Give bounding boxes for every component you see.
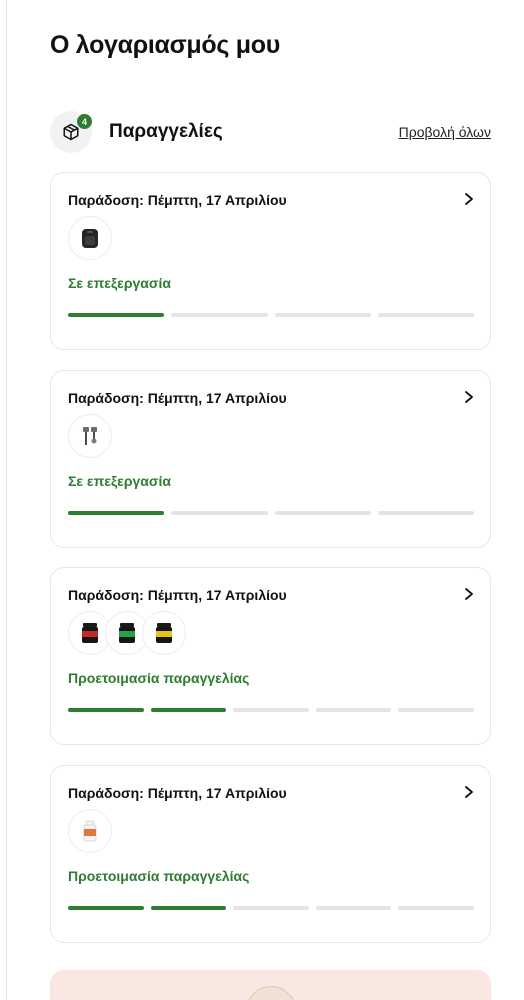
progress-step-pending xyxy=(315,906,392,910)
supplement-bottle-icon xyxy=(83,820,97,842)
order-delivery-date: Παράδοση: Πέμπτη, 17 Απριλίου xyxy=(68,192,287,208)
progress-step-pending xyxy=(274,511,371,515)
product-thumbnail xyxy=(68,809,112,853)
progress-step-complete xyxy=(68,906,144,910)
order-status: Προετοιμασία παραγγελίας xyxy=(68,868,250,884)
order-delivery-date: Παράδοση: Πέμπτη, 17 Απριλίου xyxy=(68,390,287,406)
order-progress-bar xyxy=(68,906,474,910)
progress-step-pending xyxy=(233,708,309,712)
progress-step-pending xyxy=(171,313,268,317)
promo-banner[interactable] xyxy=(50,970,491,1000)
protein-tub-yellow-icon xyxy=(156,623,172,643)
promo-image xyxy=(246,986,296,1000)
orders-section-title: Παραγγελίες xyxy=(109,121,223,142)
progress-step-complete xyxy=(68,511,165,515)
order-status: Προετοιμασία παραγγελίας xyxy=(68,670,250,686)
order-delivery-date: Παράδοση: Πέμπτη, 17 Απριλίου xyxy=(68,587,287,603)
progress-step-pending xyxy=(171,511,268,515)
progress-step-pending xyxy=(398,906,474,910)
chevron-right-icon xyxy=(465,391,473,403)
order-progress-bar xyxy=(68,511,474,515)
product-thumbnail xyxy=(68,216,112,260)
orders-icon-wrapper: 4 xyxy=(50,111,92,153)
progress-step-pending xyxy=(274,313,371,317)
order-card[interactable]: Παράδοση: Πέμπτη, 17 Απριλίου Προετοιμασ… xyxy=(50,567,491,745)
chevron-right-icon xyxy=(465,786,473,798)
order-progress-bar xyxy=(68,708,474,712)
product-thumbnail xyxy=(142,611,186,655)
progress-step-complete xyxy=(68,708,144,712)
progress-step-complete xyxy=(68,313,165,317)
protein-tub-red-icon xyxy=(82,623,98,643)
order-card[interactable]: Παράδοση: Πέμπτη, 17 Απριλίου Σε επεξεργ… xyxy=(50,370,491,548)
order-product-thumbnails xyxy=(68,809,112,853)
air-fryer-icon xyxy=(82,229,98,248)
order-delivery-date: Παράδοση: Πέμπτη, 17 Απριλίου xyxy=(68,785,287,801)
progress-step-pending xyxy=(377,511,474,515)
order-product-thumbnails xyxy=(68,414,112,458)
order-progress-bar xyxy=(68,313,474,317)
protein-tub-green-icon xyxy=(119,623,135,643)
progress-step-complete xyxy=(150,906,227,910)
garden-tools-icon xyxy=(83,427,97,445)
progress-step-complete xyxy=(150,708,227,712)
orders-count-badge: 4 xyxy=(77,114,92,129)
product-thumbnail xyxy=(68,414,112,458)
view-all-orders-link[interactable]: Προβολή όλων xyxy=(399,124,491,140)
order-status: Σε επεξεργασία xyxy=(68,473,171,489)
chevron-right-icon xyxy=(465,193,473,205)
progress-step-pending xyxy=(315,708,392,712)
left-divider xyxy=(6,0,7,1000)
progress-step-pending xyxy=(398,708,474,712)
chevron-right-icon xyxy=(465,588,473,600)
page-title: Ο λογαριασμός μου xyxy=(50,31,280,59)
order-card[interactable]: Παράδοση: Πέμπτη, 17 Απριλίου Προετοιμασ… xyxy=(50,765,491,943)
order-status: Σε επεξεργασία xyxy=(68,275,171,291)
order-product-thumbnails xyxy=(68,611,186,655)
orders-header: 4 Παραγγελίες Προβολή όλων xyxy=(50,111,491,155)
progress-step-pending xyxy=(377,313,474,317)
order-card[interactable]: Παράδοση: Πέμπτη, 17 Απριλίου Σε επεξεργ… xyxy=(50,172,491,350)
progress-step-pending xyxy=(233,906,309,910)
order-product-thumbnails xyxy=(68,216,112,260)
